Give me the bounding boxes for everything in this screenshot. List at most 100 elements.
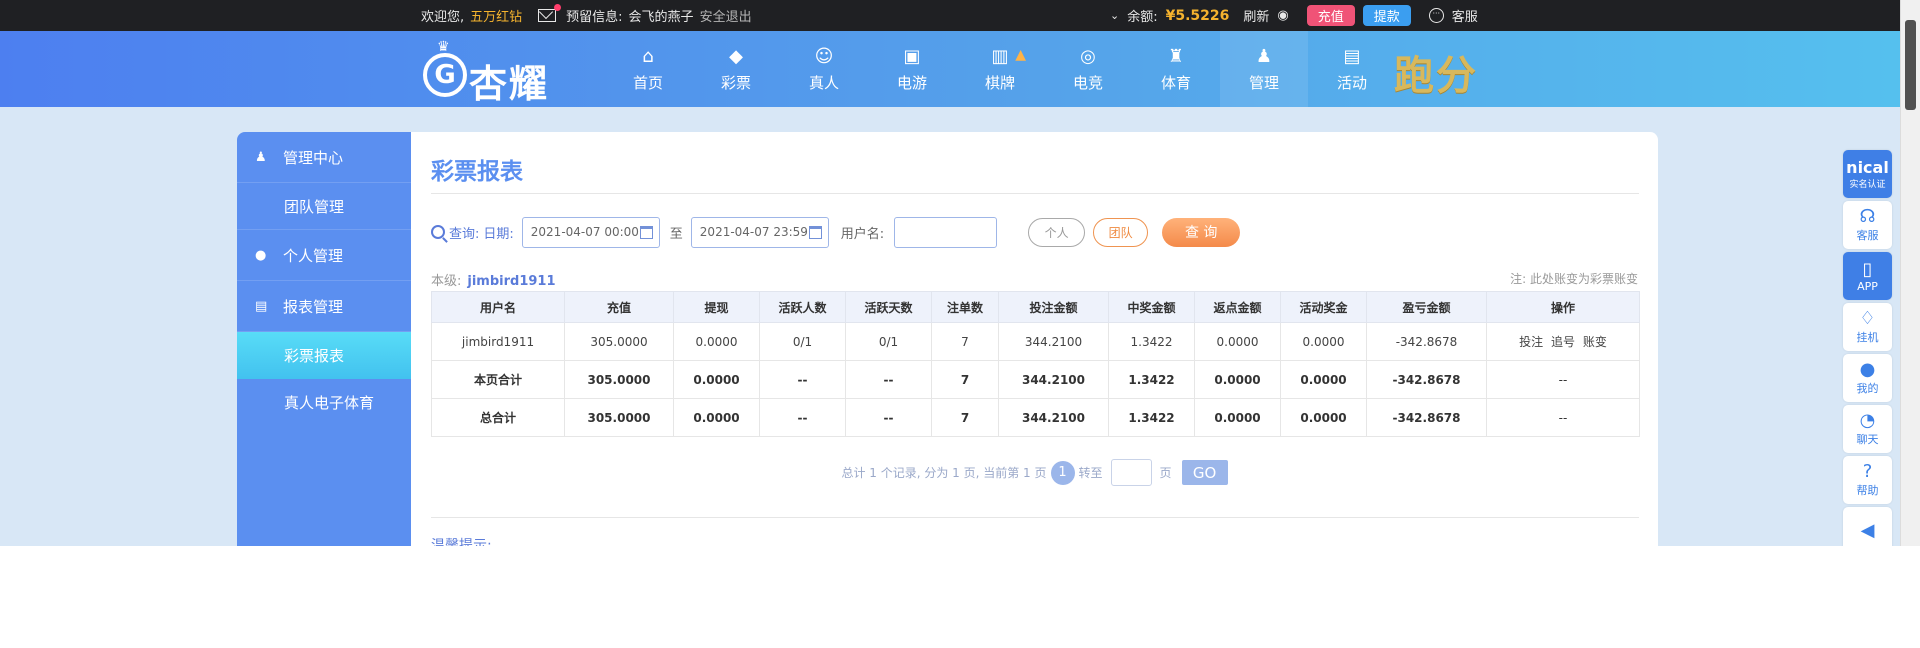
mine-label: 我的	[1856, 382, 1879, 395]
level-user[interactable]: jimbird1911	[467, 274, 555, 289]
help-icon: ?	[1862, 461, 1873, 482]
query-button[interactable]: 查 询	[1162, 217, 1241, 247]
logo[interactable]: ♛ G 杏耀	[423, 39, 563, 106]
divider	[431, 193, 1639, 194]
mail-icon[interactable]	[538, 4, 562, 22]
recharge-button[interactable]: 充值	[1306, 5, 1355, 26]
nav-manage[interactable]: ♟ 管理	[1220, 31, 1308, 107]
calendar-icon[interactable]	[808, 225, 822, 239]
gift-icon: ▤	[1343, 45, 1361, 67]
nav-lottery[interactable]: ◆ 彩票	[692, 31, 780, 107]
service-link[interactable]: 客服	[1452, 6, 1478, 25]
sound-button[interactable]: ◀	[1843, 507, 1892, 546]
column-header: 投注金额	[998, 291, 1109, 323]
table-cell: 1.3422	[1108, 398, 1195, 437]
column-header: 返点金额	[1194, 291, 1281, 323]
table-cell: 305.0000	[564, 398, 674, 437]
mine-button[interactable]: ● 我的	[1843, 354, 1892, 402]
start-date-value: 2021-04-07 00:00	[530, 225, 639, 239]
table-cell: 344.2100	[998, 398, 1109, 437]
chevron-down-icon[interactable]: ⌄	[1110, 9, 1119, 22]
user-nickname[interactable]: 五万红钻	[470, 6, 522, 25]
users-icon: ♟	[255, 149, 267, 165]
nav-label: 活动	[1336, 73, 1367, 92]
nav-label: 真人	[808, 73, 839, 92]
filter-bar: 查询: 日期: 2021-04-07 00:00 至 2021-04-07 23…	[431, 216, 1241, 248]
table-cell: 0/1	[845, 322, 932, 361]
divider	[431, 517, 1639, 518]
query-label: 查询:	[449, 226, 480, 242]
chat-button[interactable]: ◔ 聊天	[1843, 405, 1892, 453]
bet-link[interactable]: 投注	[1519, 335, 1543, 349]
home-icon: ⌂	[642, 45, 654, 67]
table-cell: 7	[931, 360, 999, 399]
hangup-label: 挂机	[1856, 331, 1879, 344]
username-label: 用户名:	[840, 226, 885, 242]
trophy-icon: ♜	[1167, 45, 1185, 67]
page-title: 彩票报表	[431, 159, 523, 185]
column-header: 充值	[564, 291, 674, 323]
calendar-icon[interactable]	[639, 225, 653, 239]
unread-dot	[554, 4, 562, 11]
page-unit-label: 页	[1159, 466, 1172, 480]
sidebar-item-lottery-report[interactable]: 彩票报表	[237, 332, 411, 379]
table-cell: 0.0000	[1194, 322, 1281, 361]
balance-value: ¥5.5226	[1165, 7, 1230, 24]
table-cell: -342.8678	[1366, 360, 1487, 399]
nav-chess[interactable]: ▥ 棋牌 ▲	[956, 31, 1044, 107]
sidebar-item-report-manage[interactable]: ▤ 报表管理	[237, 281, 411, 332]
chase-link[interactable]: 追号	[1551, 335, 1575, 349]
table-cell: -342.8678	[1366, 398, 1487, 437]
sidebar-item-personal-manage[interactable]: ● 个人管理	[237, 230, 411, 281]
app-button[interactable]: ▯ APP	[1843, 252, 1892, 300]
personal-button[interactable]: 个人	[1028, 217, 1086, 247]
user-icon: ●	[1859, 359, 1876, 380]
logout-link[interactable]: 安全退出	[700, 6, 752, 25]
scrollbar-thumb[interactable]	[1905, 20, 1916, 110]
sidebar-item-manage-center[interactable]: ♟ 管理中心	[237, 132, 411, 183]
chat-icon: ◔	[1859, 410, 1876, 431]
column-header: 活动奖金	[1280, 291, 1367, 323]
go-button[interactable]: GO	[1181, 460, 1228, 485]
column-header: 活跃人数	[759, 291, 846, 323]
service-label: 客服	[1856, 229, 1879, 242]
table-row: 总合计 305.0000 0.0000 -- -- 7 344.2100 1.3…	[431, 398, 1640, 437]
realname-auth-button[interactable]: nical 实名认证	[1843, 150, 1892, 198]
main-header: ♛ G 杏耀 ⌂ 首页 ◆ 彩票 ☺ 真人 ▣ 电游 ▥ 棋牌 ▲ ◎ 电竞 ♜ 体育 ♟ 管理 …	[0, 31, 1900, 107]
nav-home[interactable]: ⌂ 首页	[604, 31, 692, 107]
nav-label: 棋牌	[984, 73, 1015, 92]
column-header: 用户名	[431, 291, 565, 323]
nav-esports[interactable]: ◎ 电竞	[1044, 31, 1132, 107]
table-cell[interactable]: jimbird1911	[431, 322, 565, 361]
sidebar-item-live-egame-sports[interactable]: 真人电子体育	[237, 379, 411, 426]
table-cell: --	[1486, 398, 1640, 437]
eye-off-icon[interactable]: ◉	[1277, 8, 1288, 23]
nav-live[interactable]: ☺ 真人	[780, 31, 868, 107]
withdraw-button[interactable]: 提款	[1362, 5, 1411, 26]
column-header: 中奖金额	[1108, 291, 1195, 323]
paofen-banner[interactable]: 跑分	[1394, 43, 1478, 101]
table-cell: 总合计	[431, 398, 565, 437]
start-date-input[interactable]: 2021-04-07 00:00	[521, 216, 660, 248]
nav-egame[interactable]: ▣ 电游	[868, 31, 956, 107]
service-button[interactable]: ☊ 客服	[1843, 201, 1892, 249]
goto-page-input[interactable]	[1110, 459, 1152, 486]
table-cell: 7	[931, 398, 999, 437]
help-button[interactable]: ? 帮助	[1843, 456, 1892, 504]
table-cell: 344.2100	[998, 360, 1109, 399]
page-number-button[interactable]: 1	[1050, 460, 1075, 485]
help-label: 帮助	[1856, 484, 1879, 497]
sidebar-item-team-manage[interactable]: 团队管理	[237, 183, 411, 230]
scrollbar[interactable]	[1900, 0, 1920, 546]
table-cell: --	[759, 398, 846, 437]
username-input[interactable]	[894, 216, 998, 248]
team-button[interactable]: 团队	[1093, 217, 1149, 247]
nav-label: 电游	[896, 73, 927, 92]
nav-sports[interactable]: ♜ 体育	[1132, 31, 1220, 107]
end-date-input[interactable]: 2021-04-07 23:59	[690, 216, 829, 248]
refresh-link[interactable]: 刷新	[1243, 6, 1269, 25]
table-cell: --	[759, 360, 846, 399]
transaction-link[interactable]: 账变	[1583, 335, 1607, 349]
hangup-button[interactable]: ♢ 挂机	[1843, 303, 1892, 351]
nav-activity[interactable]: ▤ 活动	[1308, 31, 1396, 107]
